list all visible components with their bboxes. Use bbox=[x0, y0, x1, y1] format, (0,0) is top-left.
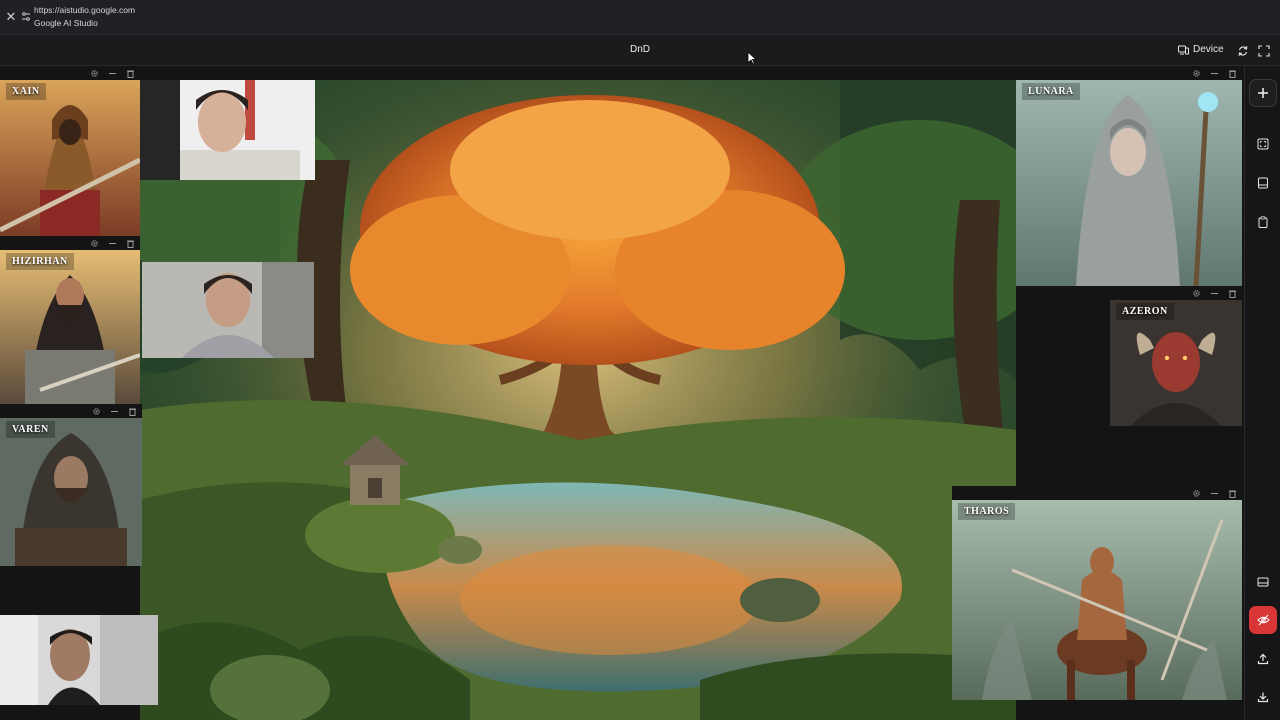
trash-icon[interactable] bbox=[126, 239, 135, 248]
minimize-icon[interactable] bbox=[1210, 289, 1219, 298]
trash-icon[interactable] bbox=[1228, 489, 1237, 498]
app-title: DnD bbox=[629, 44, 650, 55]
refresh-icon[interactable] bbox=[1237, 45, 1249, 57]
card-controls bbox=[1110, 286, 1242, 300]
character-card-xain[interactable]: Xain bbox=[0, 66, 140, 238]
character-card-tharos[interactable]: Tharos bbox=[952, 486, 1242, 700]
video-feed-player-2 bbox=[142, 262, 314, 358]
card-controls bbox=[1016, 66, 1242, 80]
card-controls bbox=[0, 236, 140, 250]
frame-icon bbox=[1257, 138, 1269, 150]
character-portrait bbox=[0, 80, 140, 238]
device-label: Device bbox=[1193, 44, 1224, 55]
minimize-icon[interactable] bbox=[1210, 489, 1219, 498]
download-button[interactable] bbox=[1249, 683, 1277, 711]
character-name: Azeron bbox=[1116, 303, 1174, 320]
character-portrait bbox=[952, 500, 1242, 700]
character-portrait bbox=[0, 250, 140, 404]
eye-off-icon bbox=[1256, 614, 1270, 626]
video-feed-player-1 bbox=[140, 80, 315, 180]
mouse-cursor-icon bbox=[747, 51, 757, 65]
plus-icon bbox=[1258, 88, 1268, 98]
character-portrait bbox=[0, 418, 142, 566]
gear-icon[interactable] bbox=[90, 69, 99, 78]
character-name: Hizirhan bbox=[6, 253, 74, 270]
character-name: Xain bbox=[6, 83, 46, 100]
close-icon[interactable]: ✕ bbox=[5, 10, 17, 24]
gear-icon[interactable] bbox=[1192, 489, 1201, 498]
add-button[interactable] bbox=[1249, 79, 1277, 107]
download-icon bbox=[1257, 692, 1269, 703]
device-icon bbox=[1178, 45, 1189, 54]
video-feed-dm bbox=[0, 615, 158, 705]
character-name: Lunara bbox=[1022, 83, 1080, 100]
upload-icon bbox=[1257, 653, 1269, 665]
card-controls bbox=[0, 404, 142, 418]
minimize-icon[interactable] bbox=[108, 69, 117, 78]
character-name: Tharos bbox=[958, 503, 1016, 520]
minimize-icon[interactable] bbox=[110, 407, 119, 416]
character-card-hizirhan[interactable]: Hizirhan bbox=[0, 236, 140, 404]
character-card-varen[interactable]: Varen bbox=[0, 404, 142, 566]
character-card-azeron[interactable]: Azeron bbox=[1110, 286, 1242, 426]
device-button[interactable]: Device bbox=[1178, 44, 1224, 55]
stage: Xain Hizirhan bbox=[0, 66, 1244, 720]
gear-icon[interactable] bbox=[90, 239, 99, 248]
panel-button[interactable] bbox=[1249, 169, 1277, 197]
gear-icon[interactable] bbox=[92, 407, 101, 416]
minimize-icon[interactable] bbox=[1210, 69, 1219, 78]
page-url[interactable]: https://aistudio.google.com bbox=[34, 5, 135, 15]
right-toolbar bbox=[1244, 66, 1280, 720]
gear-icon[interactable] bbox=[1192, 289, 1201, 298]
page-title: Google AI Studio bbox=[34, 18, 98, 28]
card-controls bbox=[0, 66, 140, 80]
site-settings-icon[interactable] bbox=[21, 11, 31, 23]
upload-button[interactable] bbox=[1249, 645, 1277, 673]
trash-icon[interactable] bbox=[126, 69, 135, 78]
clipboard-button[interactable] bbox=[1249, 208, 1277, 236]
app-header: DnD Device bbox=[0, 36, 1280, 66]
fullscreen-icon[interactable] bbox=[1258, 45, 1270, 57]
hide-button[interactable] bbox=[1249, 606, 1277, 634]
browser-chrome: ✕ https://aistudio.google.com Google AI … bbox=[0, 0, 1280, 35]
character-card-lunara[interactable]: Lunara bbox=[1016, 66, 1242, 286]
panel-icon bbox=[1258, 177, 1268, 189]
trash-icon[interactable] bbox=[1228, 69, 1237, 78]
trash-icon[interactable] bbox=[1228, 289, 1237, 298]
trash-icon[interactable] bbox=[128, 407, 137, 416]
gear-icon[interactable] bbox=[1192, 69, 1201, 78]
minimize-icon[interactable] bbox=[108, 239, 117, 248]
layout-icon bbox=[1257, 577, 1269, 587]
layout-button[interactable] bbox=[1249, 568, 1277, 596]
frame-button[interactable] bbox=[1249, 130, 1277, 158]
card-controls bbox=[952, 486, 1242, 500]
clipboard-icon bbox=[1258, 216, 1268, 228]
character-name: Varen bbox=[6, 421, 55, 438]
character-portrait bbox=[1016, 80, 1242, 286]
